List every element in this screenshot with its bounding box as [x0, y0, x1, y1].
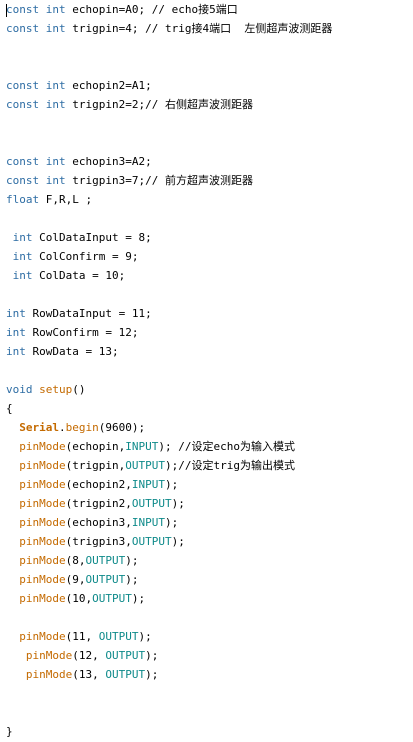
- code-comment: // echo接5端口: [151, 3, 238, 16]
- code-line: pinMode(echopin,INPUT); //设定echo为输入模式: [19, 440, 295, 453]
- code-line: const int trigpin2=2;// 右侧超声波测距器: [6, 98, 253, 111]
- code-line: pinMode(echopin2,INPUT);: [19, 478, 179, 491]
- code-token: pinMode: [19, 459, 66, 472]
- code-token: int: [6, 326, 26, 339]
- code-line: pinMode(13, OUTPUT);: [25, 668, 159, 681]
- code-token: OUTPUT: [98, 630, 139, 643]
- code-token: OUTPUT: [105, 649, 146, 662]
- code-token: const: [6, 174, 40, 187]
- code-comment: // 前方超声波测距器: [145, 174, 253, 187]
- code-token: pinMode: [19, 535, 66, 548]
- code-line: int ColDataInput = 8;: [12, 231, 152, 244]
- code-token: int: [45, 3, 66, 16]
- code-comment: // trig接4端口 左侧超声波测距器: [145, 22, 333, 35]
- code-line: Serial.begin(9600);: [19, 421, 146, 434]
- code-line: pinMode(12, OUTPUT);: [25, 649, 159, 662]
- code-token: Serial: [19, 421, 59, 434]
- code-token: OUTPUT: [105, 668, 146, 681]
- code-line: pinMode(9,OUTPUT);: [19, 573, 139, 586]
- code-token: OUTPUT: [85, 554, 126, 567]
- code-token: INPUT: [131, 516, 165, 529]
- code-token: pinMode: [19, 592, 66, 605]
- code-comment: // 右侧超声波测距器: [145, 98, 253, 111]
- code-token: float: [6, 193, 40, 206]
- code-line: int RowData = 13;: [6, 345, 119, 358]
- code-line: int ColData = 10;: [12, 269, 126, 282]
- code-line: const int trigpin3=7;// 前方超声波测距器: [6, 174, 253, 187]
- code-token: const: [6, 155, 40, 168]
- code-line: int ColConfirm = 9;: [12, 250, 139, 263]
- code-token: pinMode: [25, 668, 73, 681]
- code-line: const int echopin2=A1;: [6, 79, 152, 92]
- code-token: OUTPUT: [131, 497, 172, 510]
- code-line: }: [6, 725, 13, 738]
- code-token: pinMode: [25, 649, 73, 662]
- code-line: const int echopin=A0; // echo接5端口: [6, 3, 238, 16]
- code-token: pinMode: [19, 573, 66, 586]
- code-line: int RowConfirm = 12;: [6, 326, 139, 339]
- code-token: int: [12, 231, 33, 244]
- code-token: int: [45, 79, 66, 92]
- code-token: const: [6, 98, 40, 111]
- code-line: float F,R,L ;: [6, 193, 93, 206]
- code-token: pinMode: [19, 516, 66, 529]
- code-token: int: [12, 250, 33, 263]
- code-token: int: [12, 269, 33, 282]
- code-token: pinMode: [19, 554, 66, 567]
- code-token: OUTPUT: [131, 535, 172, 548]
- code-editor[interactable]: const int echopin=A0; // echo接5端口 const i…: [0, 0, 413, 742]
- code-token: const: [6, 79, 40, 92]
- code-line: {: [6, 402, 13, 415]
- code-token: int: [6, 307, 26, 320]
- code-token: int: [6, 345, 26, 358]
- code-comment: //设定trig为输出模式: [178, 459, 295, 472]
- code-line: pinMode(10,OUTPUT);: [19, 592, 146, 605]
- code-token: begin: [65, 421, 99, 434]
- code-token: OUTPUT: [85, 573, 126, 586]
- code-token: setup: [39, 383, 73, 396]
- code-line: const int echopin3=A2;: [6, 155, 152, 168]
- code-comment: //设定echo为输入模式: [178, 440, 295, 453]
- code-token: int: [45, 155, 66, 168]
- code-token: pinMode: [19, 478, 66, 491]
- code-token: int: [45, 174, 66, 187]
- code-line: pinMode(trigpin2,OUTPUT);: [19, 497, 185, 510]
- code-token: INPUT: [131, 478, 165, 491]
- code-line: pinMode(trigpin,OUTPUT);//设定trig为输出模式: [19, 459, 295, 472]
- code-token: pinMode: [19, 440, 66, 453]
- code-token: OUTPUT: [125, 459, 165, 472]
- code-token: pinMode: [19, 497, 66, 510]
- code-line: int RowDataInput = 11;: [6, 307, 152, 320]
- code-line: pinMode(trigpin3,OUTPUT);: [19, 535, 185, 548]
- code-token: pinMode: [19, 630, 66, 643]
- code-token: const: [6, 22, 40, 35]
- code-line: const int trigpin=4; // trig接4端口 左侧超声波测距…: [6, 22, 333, 35]
- code-line: pinMode(8,OUTPUT);: [19, 554, 139, 567]
- code-token: int: [45, 98, 66, 111]
- code-line: void setup(): [6, 383, 86, 396]
- code-token: OUTPUT: [92, 592, 132, 605]
- code-token: int: [45, 22, 66, 35]
- code-line: pinMode(echopin3,INPUT);: [19, 516, 179, 529]
- code-token: INPUT: [125, 440, 159, 453]
- code-token: const: [6, 3, 40, 16]
- code-line: pinMode(11, OUTPUT);: [19, 630, 152, 643]
- code-token: void: [6, 383, 33, 396]
